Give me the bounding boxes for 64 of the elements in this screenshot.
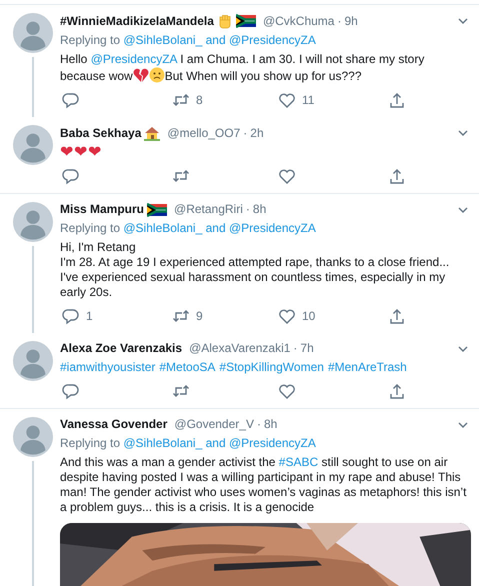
tweet-time[interactable]: 9h [344, 14, 358, 28]
avatar-icon [13, 417, 53, 457]
tweet-text: Hi, I'm Retang [60, 240, 137, 255]
fist-icon [216, 13, 233, 29]
hashtag-link[interactable]: #MenAreTrash [328, 360, 407, 374]
dot-separator: · [337, 14, 342, 28]
flag-icon [236, 14, 256, 28]
user-handle[interactable]: @mello_OO7 [167, 126, 240, 140]
like-icon[interactable] [278, 383, 296, 400]
user-name[interactable]: Miss Mampuru [60, 202, 144, 217]
dot-separator: · [246, 202, 250, 217]
share-icon[interactable] [388, 383, 406, 400]
tweet-text: I've experienced sexual harassment on countless times, especially in my early 20s. [60, 270, 446, 300]
reply-label: Replying to [60, 221, 122, 235]
tweet-text: ❤❤❤ [60, 145, 103, 160]
action-count: 11 [302, 93, 314, 108]
reply-label: Replying to [60, 33, 122, 47]
dot-separator: · [256, 417, 261, 432]
house-icon [144, 125, 160, 141]
action-count: 1 [86, 309, 93, 324]
tweet-time[interactable]: 8h [264, 417, 278, 432]
reply-icon[interactable] [62, 308, 80, 325]
hashtag-link[interactable]: #MetooSA [159, 360, 216, 374]
dot-separator: · [243, 126, 248, 140]
tweet-time[interactable]: 7h [300, 341, 314, 356]
avatar-icon [13, 13, 53, 53]
tweet-text: And this was a man a gender activist the #SABC still sought to use on air despite having posted I was a willing participant in my rape and abuse! This man! The gender activist who uses women’s vaginas as metaphors! this isn’t a problem guys... this is a crisis. It is a genocide [60, 455, 468, 515]
like-icon[interactable] [278, 308, 296, 325]
reply-label: Replying to [60, 436, 122, 450]
tweet-time[interactable]: 2h [250, 126, 264, 140]
user-handle[interactable]: @RetangRiri [174, 202, 243, 217]
avatar-icon [13, 202, 53, 242]
mention-link[interactable]: @SihleBolani_ and @PresidencyZA [123, 436, 316, 450]
user-name[interactable]: Alexa Zoe Varenzakis [60, 341, 182, 356]
broken-heart-icon [132, 67, 149, 83]
user-handle[interactable]: @CvkChuma [262, 14, 334, 28]
user-name[interactable]: Vanessa Govender [60, 417, 168, 432]
mention-link[interactable]: @SihleBolani_ and @PresidencyZA [123, 33, 316, 47]
reply-icon[interactable] [62, 383, 80, 400]
like-icon[interactable] [278, 168, 296, 185]
action-count: 9 [196, 309, 203, 324]
share-icon[interactable] [388, 308, 406, 325]
dot-separator: · [293, 341, 298, 356]
user-name[interactable]: Baba Sekhaya [60, 126, 142, 140]
tweet-text: I'm 28. At age 19 I experienced attempted rape, thanks to a close friend... [60, 255, 450, 270]
action-count: 8 [196, 93, 203, 108]
mention-link[interactable]: @PresidencyZA [90, 52, 177, 66]
reply-icon[interactable] [62, 92, 80, 109]
action-count: 10 [302, 309, 316, 324]
share-icon[interactable] [388, 168, 406, 185]
user-name[interactable]: #WinnieMadikizelaMandela [60, 14, 214, 28]
hashtag-link[interactable]: #SABC [278, 455, 318, 469]
hashtag-link[interactable]: #StopKillingWomen [219, 360, 324, 374]
flag-icon [147, 202, 168, 216]
user-handle[interactable]: @AlexaVarenzaki1 [189, 341, 290, 356]
hashtag-link[interactable]: #iamwithyousister [60, 360, 156, 374]
tweet-text: Hello @PresidencyZA I am Chuma. I am 30. I will not share my story because wow But When will you show up for us??? [60, 52, 426, 84]
share-icon[interactable] [388, 92, 406, 109]
frown-icon [148, 67, 165, 83]
like-icon[interactable] [278, 92, 296, 109]
tweet-time[interactable]: 8h [252, 202, 266, 217]
reply-icon[interactable] [62, 168, 80, 185]
mention-link[interactable]: @SihleBolani_ and @PresidencyZA [123, 221, 316, 235]
user-handle[interactable]: @Govender_V [174, 417, 254, 432]
